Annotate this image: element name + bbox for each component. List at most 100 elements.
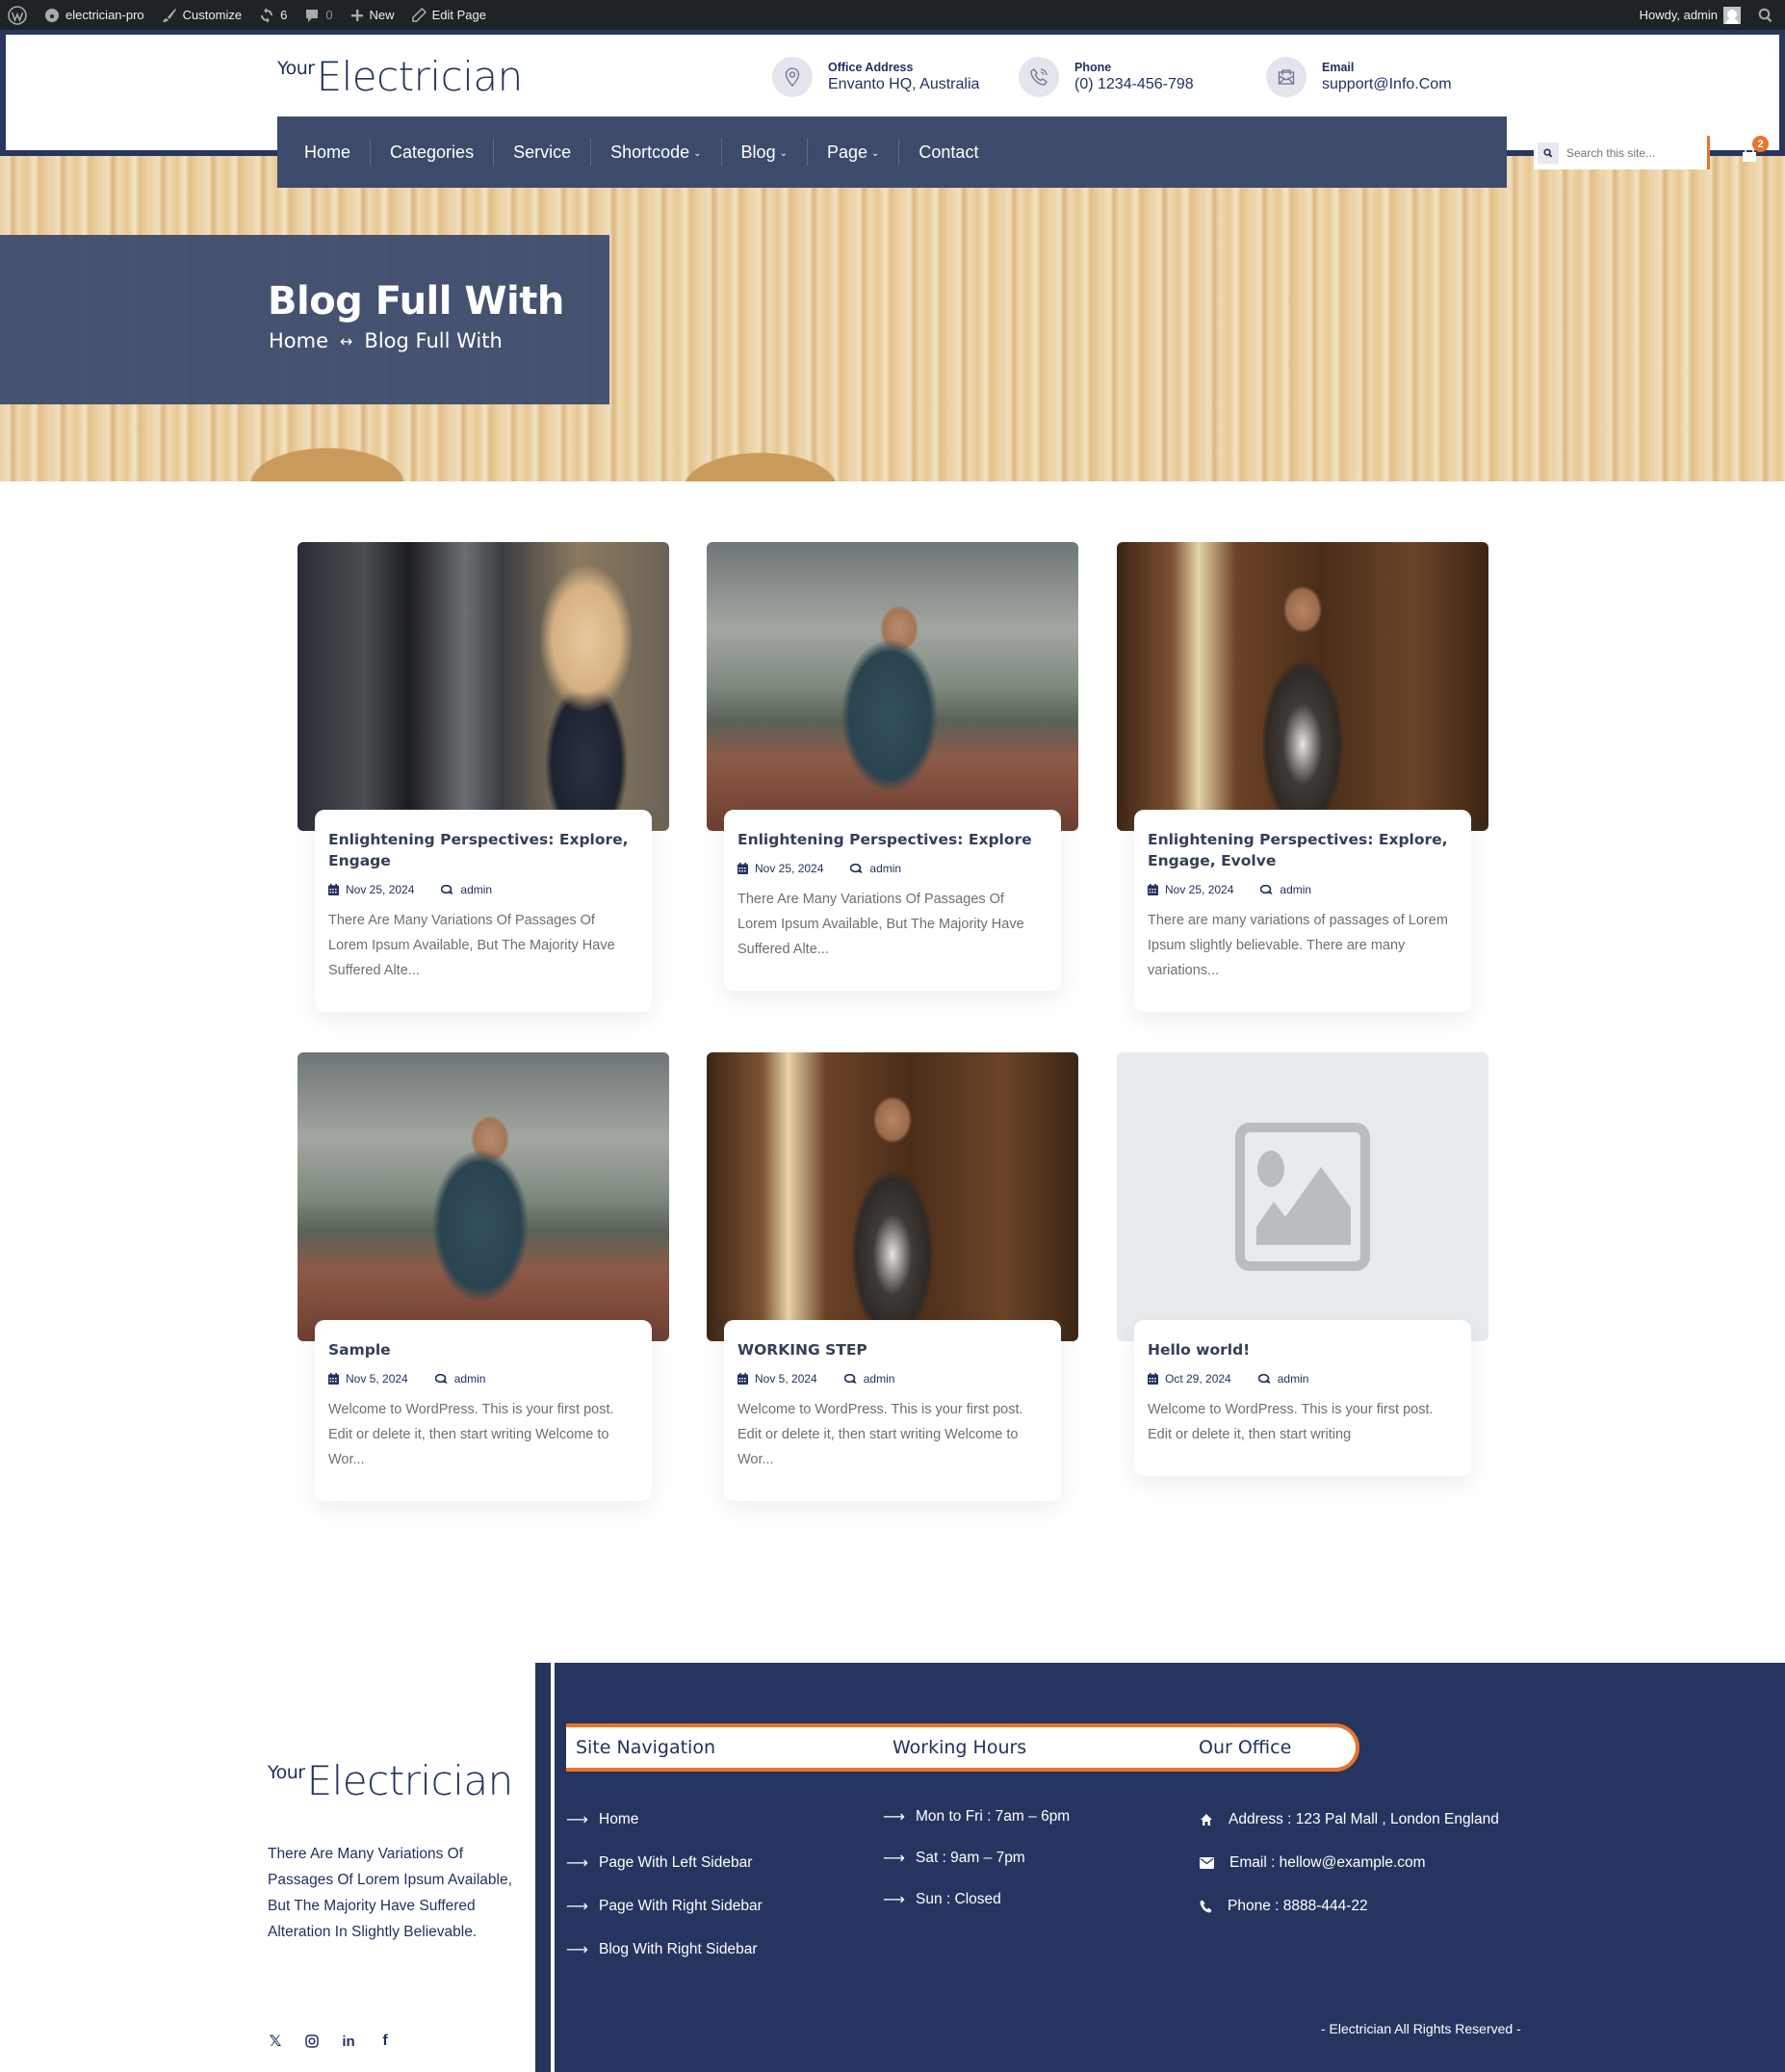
post-date: Nov 5, 2024 xyxy=(328,1372,408,1386)
post-card: Enlightening Perspectives: Explore Nov 25… xyxy=(707,542,1078,991)
phone-icon xyxy=(1200,1900,1212,1912)
post-author[interactable]: admin xyxy=(843,1372,894,1386)
post-date: Nov 25, 2024 xyxy=(328,883,414,896)
hours-row: ⟶ Mon to Fri : 7am – 6pm xyxy=(883,1796,1070,1837)
contact-value[interactable]: (0) 1234-456-798 xyxy=(1074,76,1194,93)
updates-count: 6 xyxy=(280,8,288,22)
site-name-link[interactable]: electrician-pro xyxy=(36,0,153,30)
comments-icon xyxy=(1257,1373,1271,1384)
wordpress-logo-button[interactable] xyxy=(0,0,36,30)
footer-link-home[interactable]: ⟶ Home xyxy=(566,1798,763,1841)
main-navigation: Home Categories Service Shortcode ⌄ Blog ⌄… xyxy=(277,117,1769,188)
post-card-body: WORKING STEP Nov 5, 2024 admin Welcome to W… xyxy=(724,1320,1061,1501)
my-account-menu[interactable]: Howdy, admin xyxy=(1631,0,1749,30)
calendar-icon xyxy=(737,1373,748,1385)
post-author[interactable]: admin xyxy=(1260,883,1311,896)
footer-link-right-sidebar[interactable]: ⟶ Page With Right Sidebar xyxy=(566,1884,763,1928)
post-date-text: Nov 25, 2024 xyxy=(346,883,415,896)
nav-item-blog[interactable]: Blog ⌄ xyxy=(722,139,808,166)
nav-item-service[interactable]: Service xyxy=(494,139,592,166)
post-card-body: Sample Nov 5, 2024 admin Welcome to WordPre… xyxy=(315,1320,652,1501)
updates-icon xyxy=(261,7,273,23)
post-thumbnail[interactable] xyxy=(1117,1052,1488,1341)
avatar xyxy=(1723,6,1741,24)
nav-item-page[interactable]: Page ⌄ xyxy=(808,139,900,166)
post-author[interactable]: admin xyxy=(434,1372,485,1386)
instagram-icon[interactable] xyxy=(304,2033,320,2049)
post-date: Oct 29, 2024 xyxy=(1148,1372,1231,1386)
post-author-text: admin xyxy=(869,862,902,875)
breadcrumb-home[interactable]: Home xyxy=(269,329,328,352)
search-submit-button[interactable] xyxy=(1538,142,1559,164)
nav-item-shortcode[interactable]: Shortcode ⌄ xyxy=(591,139,722,166)
post-card-body: Enlightening Perspectives: Explore, Enga… xyxy=(315,810,652,1012)
office-phone-row[interactable]: Phone : 8888-444-22 xyxy=(1200,1884,1499,1928)
home-icon xyxy=(1201,1813,1212,1826)
post-thumbnail[interactable] xyxy=(1117,542,1488,831)
search-icon xyxy=(1758,8,1772,22)
footer-heading-site-navigation: Site Navigation xyxy=(576,1737,715,1758)
office-text: Email : hellow@example.com xyxy=(1229,1853,1426,1871)
map-pin-icon xyxy=(785,67,800,87)
admin-search-button[interactable] xyxy=(1749,0,1785,30)
x-twitter-icon[interactable]: 𝕏 xyxy=(268,2033,283,2050)
arrow-right-icon: ⟶ xyxy=(566,1898,588,1915)
arrow-right-icon: ⟶ xyxy=(883,1850,905,1867)
calendar-icon xyxy=(737,863,748,874)
calendar-icon xyxy=(328,884,339,895)
post-title[interactable]: Sample xyxy=(328,1339,638,1360)
post-author[interactable]: admin xyxy=(850,862,901,875)
post-card-body: Enlightening Perspectives: Explore Nov 25… xyxy=(724,810,1061,991)
office-email-row[interactable]: Email : hellow@example.com xyxy=(1200,1841,1499,1884)
facebook-icon[interactable]: f xyxy=(377,2033,393,2049)
pencil-icon xyxy=(411,8,427,22)
post-title[interactable]: WORKING STEP xyxy=(737,1339,1048,1360)
post-thumbnail[interactable] xyxy=(707,1052,1078,1341)
site-logo[interactable]: Your Electrician xyxy=(277,53,524,100)
post-title[interactable]: Enlightening Perspectives: Explore xyxy=(737,829,1048,850)
post-thumbnail[interactable] xyxy=(298,1052,669,1341)
nav-item-home[interactable]: Home xyxy=(285,139,372,166)
contact-label: Phone xyxy=(1074,61,1112,74)
contact-icon-circle xyxy=(1019,57,1059,97)
logo-large-text: Electrician xyxy=(306,1757,514,1804)
footer-logo[interactable]: Your Electrician xyxy=(268,1757,514,1804)
image-placeholder-icon xyxy=(1235,1123,1370,1271)
edit-page-link[interactable]: Edit Page xyxy=(403,0,495,30)
post-excerpt: Welcome to WordPress. This is your first… xyxy=(328,1402,614,1467)
post-title[interactable]: Hello world! xyxy=(1148,1339,1458,1360)
new-content-link[interactable]: New xyxy=(342,0,403,30)
contact-value[interactable]: support@Info.Com xyxy=(1322,76,1452,93)
footer-link-blog-right-sidebar[interactable]: ⟶ Blog With Right Sidebar xyxy=(566,1928,763,1971)
phone-icon xyxy=(1030,68,1048,86)
footer-link-left-sidebar[interactable]: ⟶ Page With Left Sidebar xyxy=(566,1841,763,1884)
post-meta: Nov 5, 2024 admin xyxy=(737,1372,1048,1386)
comment-icon xyxy=(306,9,319,22)
post-meta: Nov 5, 2024 admin xyxy=(328,1372,638,1386)
search-input[interactable] xyxy=(1566,145,1701,160)
nav-label: Categories xyxy=(390,142,475,162)
comments-link[interactable]: 0 xyxy=(296,0,341,30)
logo-large-text: Electrician xyxy=(316,53,524,100)
post-author-text: admin xyxy=(460,883,493,896)
cart-button[interactable]: 2 xyxy=(1739,136,1772,168)
comments-icon xyxy=(843,1373,857,1384)
post-date-text: Nov 25, 2024 xyxy=(755,862,824,875)
post-date: Nov 25, 2024 xyxy=(1148,883,1233,896)
post-thumbnail[interactable] xyxy=(298,542,669,831)
nav-item-categories[interactable]: Categories xyxy=(371,139,495,166)
updates-link[interactable]: 6 xyxy=(250,0,296,30)
nav-item-contact[interactable]: Contact xyxy=(899,139,997,166)
post-excerpt: Welcome to WordPress. This is your first… xyxy=(737,1402,1023,1467)
office-text: Phone : 8888-444-22 xyxy=(1228,1897,1368,1914)
customize-link[interactable]: Customize xyxy=(153,0,250,30)
post-date-text: Oct 29, 2024 xyxy=(1165,1372,1231,1386)
dashboard-icon xyxy=(45,8,59,22)
post-thumbnail[interactable] xyxy=(707,542,1078,831)
post-author[interactable]: admin xyxy=(1257,1372,1308,1386)
post-title[interactable]: Enlightening Perspectives: Explore, Enga… xyxy=(1148,829,1458,871)
post-author[interactable]: admin xyxy=(441,883,492,896)
arrow-right-icon: ⟶ xyxy=(566,1854,588,1872)
post-title[interactable]: Enlightening Perspectives: Explore, Enga… xyxy=(328,829,638,871)
linkedin-icon[interactable]: in xyxy=(341,2033,356,2050)
